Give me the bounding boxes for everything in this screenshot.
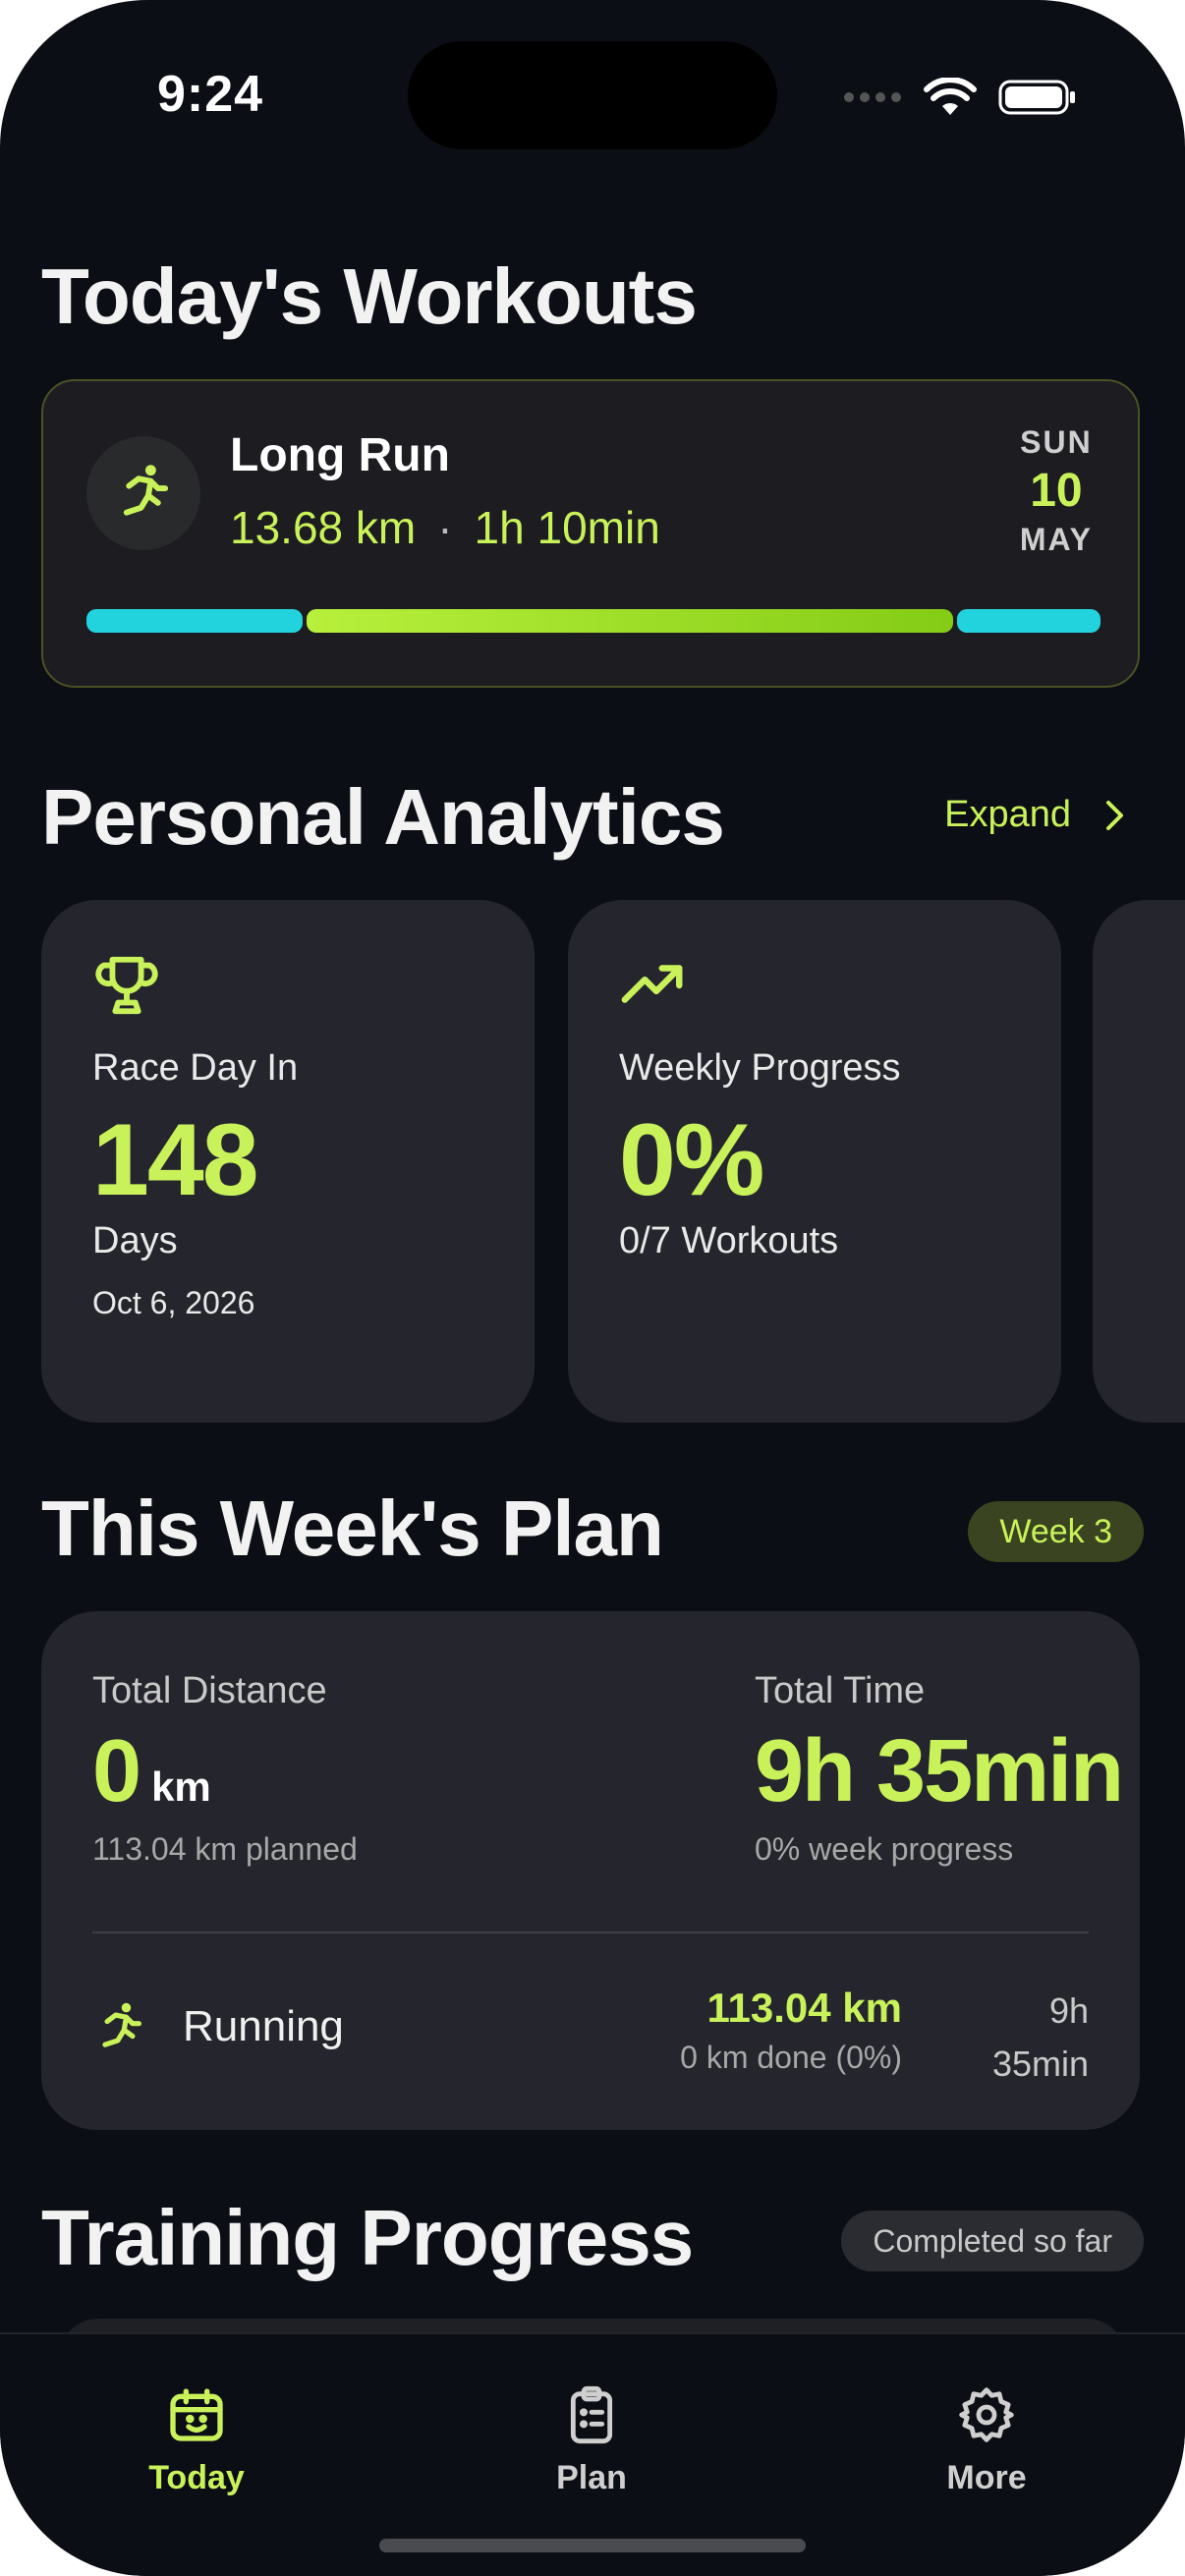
tab-more[interactable]: More bbox=[888, 2383, 1085, 2497]
signal-dots-icon bbox=[844, 92, 901, 102]
activity-label: Running bbox=[183, 2002, 344, 2050]
activity-done: 0 km done (0%) bbox=[680, 2040, 902, 2075]
weekly-progress-card[interactable]: Weekly Progress 0% 0/7 Workouts bbox=[568, 900, 1061, 1423]
race-day-unit: Days bbox=[92, 1220, 178, 1261]
meta-separator: · bbox=[437, 502, 453, 553]
gear-icon bbox=[959, 2387, 1014, 2442]
workout-distance: 13.68 km bbox=[230, 502, 417, 553]
workout-duration: 1h 10min bbox=[474, 502, 660, 553]
total-distance-planned: 113.04 km planned bbox=[92, 1831, 358, 1867]
calendar-icon bbox=[170, 2388, 223, 2441]
weekly-progress-label: Weekly Progress bbox=[619, 1047, 901, 1089]
tab-more-label: More bbox=[946, 2459, 1027, 2496]
workout-date-month: MAY bbox=[1019, 522, 1093, 557]
status-bar: 9:24 bbox=[0, 0, 1185, 196]
tab-plan-label: Plan bbox=[556, 2459, 627, 2496]
training-progress-title: Training Progress bbox=[41, 2194, 694, 2281]
race-date: Oct 6, 2026 bbox=[92, 1285, 255, 1320]
wifi-icon bbox=[924, 78, 977, 115]
analytics-title: Personal Analytics bbox=[41, 773, 725, 861]
workout-name: Long Run bbox=[230, 429, 450, 481]
week-badge: Week 3 bbox=[968, 1501, 1144, 1562]
workout-date-day: 10 bbox=[1030, 465, 1083, 517]
trophy-icon bbox=[95, 956, 158, 1015]
status-icons bbox=[843, 73, 1077, 122]
chevron-right-icon bbox=[1106, 800, 1123, 830]
activity-time-minutes: 35min bbox=[991, 2044, 1089, 2084]
battery-icon bbox=[998, 80, 1075, 115]
total-distance-number: 0 bbox=[92, 1722, 141, 1820]
total-time-value: 9h 35min bbox=[755, 1722, 1124, 1820]
plan-divider bbox=[92, 1932, 1089, 1933]
clipboard-icon bbox=[570, 2385, 613, 2444]
warmup-segment bbox=[86, 609, 303, 633]
expand-label: Expand bbox=[944, 794, 1071, 835]
main-segment bbox=[307, 609, 953, 633]
todays-workouts-title: Today's Workouts bbox=[41, 252, 698, 340]
race-day-card[interactable]: Race Day In 148 Days Oct 6, 2026 bbox=[41, 900, 535, 1423]
activity-time-hours: 9h bbox=[1048, 1990, 1089, 2031]
expand-button[interactable]: Expand bbox=[944, 794, 1126, 836]
running-icon bbox=[123, 465, 169, 516]
total-distance-unit: km bbox=[151, 1764, 211, 1810]
activity-km: 113.04 km bbox=[706, 1985, 902, 2031]
total-distance-label: Total Distance bbox=[92, 1670, 327, 1711]
running-icon bbox=[102, 2002, 141, 2047]
race-day-value: 148 bbox=[92, 1103, 259, 1217]
workout-date-dow: SUN bbox=[1020, 424, 1093, 460]
total-distance-value: 0 km bbox=[92, 1721, 211, 1822]
analytics-card-peek[interactable] bbox=[1093, 900, 1185, 1423]
tab-today[interactable]: Today bbox=[98, 2383, 295, 2497]
week-plan-card[interactable]: Total Distance 0 km 113.04 km planned Tot… bbox=[41, 1611, 1140, 2130]
total-time-label: Total Time bbox=[755, 1670, 926, 1711]
tab-today-label: Today bbox=[148, 2459, 245, 2496]
home-indicator bbox=[379, 2539, 806, 2552]
race-day-label: Race Day In bbox=[92, 1047, 299, 1089]
status-time: 9:24 bbox=[157, 66, 264, 123]
week-plan-title: This Week's Plan bbox=[41, 1484, 664, 1572]
cooldown-segment bbox=[957, 609, 1100, 633]
completed-badge: Completed so far bbox=[841, 2211, 1144, 2271]
workout-meta: 13.68 km · 1h 10min bbox=[230, 501, 660, 554]
workout-date: SUN 10 MAY bbox=[1020, 424, 1093, 558]
weekly-workouts-count: 0/7 Workouts bbox=[619, 1220, 839, 1261]
workout-segments-bar bbox=[86, 609, 1100, 633]
total-time-progress: 0% week progress bbox=[755, 1831, 1014, 1867]
tab-plan[interactable]: Plan bbox=[493, 2383, 690, 2497]
trend-up-icon bbox=[621, 965, 683, 1003]
run-badge bbox=[86, 436, 200, 550]
dynamic-island bbox=[408, 41, 777, 149]
weekly-progress-value: 0% bbox=[619, 1103, 764, 1217]
app-screen: 9:24 Today's Workouts Long Run 13.68 km … bbox=[0, 0, 1185, 2576]
workout-card[interactable]: Long Run 13.68 km · 1h 10min SUN 10 MAY bbox=[41, 379, 1140, 688]
activity-time: 9h 35min bbox=[992, 1985, 1089, 2091]
